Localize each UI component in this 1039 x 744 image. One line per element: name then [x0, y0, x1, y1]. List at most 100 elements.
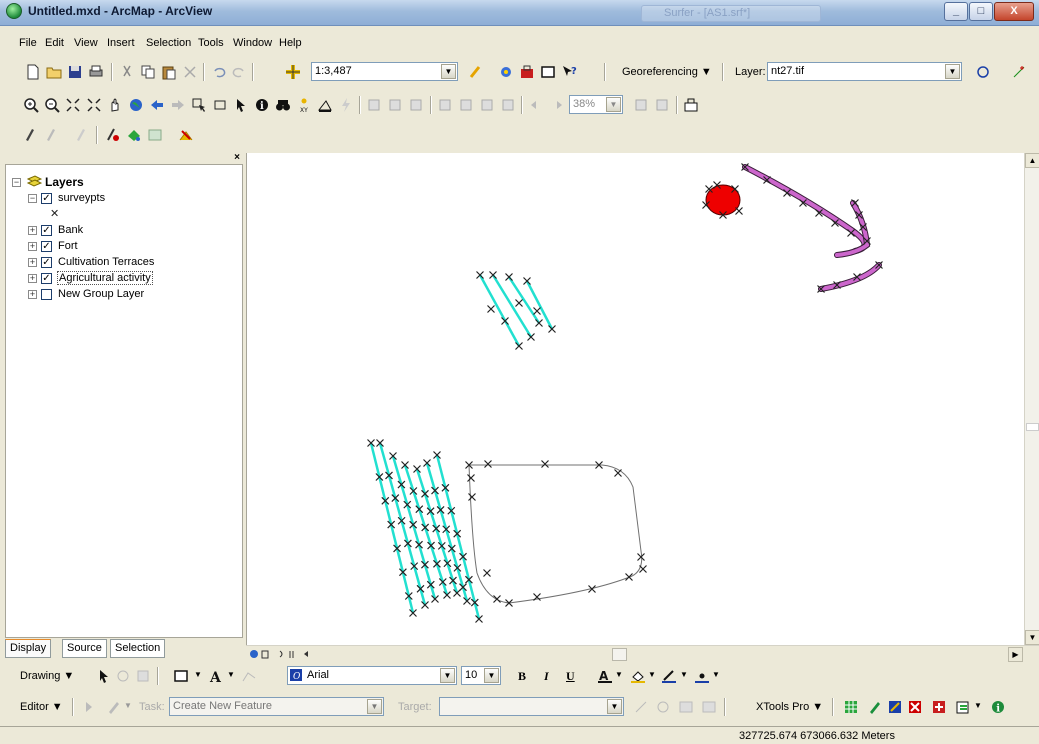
line-color-icon[interactable] — [660, 667, 678, 685]
layer-visibility-checkbox[interactable]: ✓ — [41, 273, 52, 284]
topology-tool-icon[interactable] — [104, 126, 122, 144]
new-text-icon[interactable]: A — [207, 667, 225, 685]
maximize-button[interactable]: □ — [969, 2, 993, 21]
identify-icon[interactable]: i — [253, 96, 271, 114]
layer-visibility-checkbox[interactable]: ✓ — [41, 193, 52, 204]
minimize-button[interactable]: _ — [944, 2, 968, 21]
change-layout-icon[interactable] — [682, 96, 700, 114]
add-data-icon[interactable] — [284, 63, 302, 81]
find-binoculars-icon[interactable] — [274, 96, 292, 114]
collapse-icon[interactable]: − — [12, 178, 21, 187]
italic-button[interactable]: I — [544, 669, 549, 684]
clear-selection-icon[interactable] — [211, 96, 229, 114]
xtools-pro-menu[interactable]: XTools Pro ▼ — [756, 701, 823, 713]
cut-icon[interactable] — [118, 63, 136, 81]
layer-visibility-checkbox[interactable] — [41, 289, 52, 300]
collapse-icon[interactable]: − — [28, 194, 37, 203]
pencil-shape-icon[interactable] — [866, 698, 884, 716]
save-icon[interactable] — [66, 63, 84, 81]
fill-paint-icon[interactable] — [125, 126, 143, 144]
print-icon[interactable] — [87, 63, 105, 81]
fill-color-icon[interactable] — [629, 667, 647, 685]
command-line-icon[interactable] — [539, 63, 557, 81]
hyperlink-lightning-icon[interactable] — [337, 96, 355, 114]
menu-window[interactable]: Window — [233, 37, 272, 49]
scroll-thumb[interactable] — [1026, 423, 1039, 431]
go-to-xy-icon[interactable]: XY — [295, 96, 313, 114]
overlay-icon[interactable] — [906, 698, 924, 716]
marker-color-icon[interactable] — [693, 667, 711, 685]
table-grid-icon[interactable] — [842, 698, 860, 716]
menu-edit[interactable]: Edit — [45, 37, 64, 49]
scroll-thumb[interactable] — [612, 648, 627, 661]
export-table-icon[interactable] — [954, 698, 972, 716]
close-icon[interactable]: × — [234, 152, 240, 163]
add-feature-icon[interactable] — [930, 698, 948, 716]
font-size-combo[interactable]: 10 ▼ — [461, 666, 501, 685]
attribute-transfer-icon[interactable] — [177, 126, 195, 144]
pan-hand-icon[interactable] — [106, 96, 124, 114]
info-icon[interactable]: i — [989, 698, 1007, 716]
full-extent-globe-icon[interactable] — [127, 96, 145, 114]
view-mode-icons[interactable] — [248, 648, 328, 661]
rectangle-tool-icon[interactable] — [172, 667, 190, 685]
chevron-down-icon[interactable]: ▼ — [974, 701, 982, 710]
scale-combo[interactable]: 1:3,487 ▼ — [311, 62, 458, 81]
map-canvas[interactable] — [247, 153, 1025, 645]
menu-view[interactable]: View — [74, 37, 98, 49]
bold-button[interactable]: B — [518, 669, 526, 684]
expand-icon[interactable]: + — [28, 290, 37, 299]
whats-this-help-icon[interactable]: ? — [560, 63, 578, 81]
new-document-icon[interactable] — [24, 63, 42, 81]
drawing-menu[interactable]: Drawing ▼ — [20, 670, 74, 682]
chevron-down-icon[interactable]: ▼ — [648, 670, 656, 679]
paste-icon[interactable] — [160, 63, 178, 81]
expand-icon[interactable]: + — [28, 242, 37, 251]
fixed-zoom-in-icon[interactable] — [64, 96, 82, 114]
font-name-combo[interactable]: O Arial ▼ — [287, 666, 457, 685]
georeferencing-menu[interactable]: Georeferencing ▼ — [622, 66, 712, 78]
zoom-in-icon[interactable] — [22, 96, 40, 114]
chevron-down-icon[interactable]: ▼ — [712, 670, 720, 679]
map-view[interactable] — [246, 153, 1024, 645]
expand-icon[interactable]: + — [28, 258, 37, 267]
layer-visibility-checkbox[interactable]: ✓ — [41, 225, 52, 236]
layer-visibility-checkbox[interactable]: ✓ — [41, 257, 52, 268]
scroll-up-icon[interactable]: ▲ — [1025, 153, 1039, 168]
chevron-down-icon[interactable]: ▼ — [441, 64, 456, 79]
map-horizontal-scrollbar[interactable]: ▶ — [246, 645, 1039, 662]
toolbox-icon[interactable] — [518, 63, 536, 81]
tab-display[interactable]: Display — [5, 639, 52, 658]
chevron-down-icon[interactable]: ▼ — [615, 670, 623, 679]
convert-shapes-icon[interactable] — [886, 698, 904, 716]
scroll-down-icon[interactable]: ▼ — [1025, 630, 1039, 645]
select-elements-arrow-icon[interactable] — [95, 667, 113, 685]
menu-file[interactable]: File — [19, 37, 37, 49]
select-features-icon[interactable] — [190, 96, 208, 114]
chevron-down-icon[interactable]: ▼ — [227, 670, 235, 679]
undo-icon[interactable] — [210, 63, 228, 81]
expand-icon[interactable]: + — [28, 274, 37, 283]
redo-icon[interactable] — [230, 63, 248, 81]
zoom-out-icon[interactable] — [43, 96, 61, 114]
arctoolbox-icon[interactable] — [497, 63, 515, 81]
expand-icon[interactable]: + — [28, 226, 37, 235]
menu-tools[interactable]: Tools — [198, 37, 224, 49]
open-folder-icon[interactable] — [45, 63, 63, 81]
add-control-points-icon[interactable] — [1010, 63, 1028, 81]
forward-arrow-icon[interactable] — [169, 96, 187, 114]
editor-toolbar-icon[interactable] — [467, 63, 485, 81]
underline-button[interactable]: U — [566, 669, 575, 684]
menu-help[interactable]: Help — [279, 37, 302, 49]
layer-combo[interactable]: nt27.tif ▼ — [767, 62, 962, 81]
copy-icon[interactable] — [139, 63, 157, 81]
close-button[interactable]: X — [994, 2, 1034, 21]
tab-source[interactable]: Source — [62, 639, 107, 658]
chevron-down-icon[interactable]: ▼ — [440, 668, 455, 683]
back-arrow-icon[interactable] — [148, 96, 166, 114]
map-vertical-scrollbar[interactable]: ▲ ▼ — [1024, 153, 1039, 645]
chevron-down-icon[interactable]: ▼ — [680, 670, 688, 679]
tab-selection[interactable]: Selection — [110, 639, 166, 658]
font-color-icon[interactable]: A — [596, 667, 614, 685]
delete-icon[interactable] — [181, 63, 199, 81]
